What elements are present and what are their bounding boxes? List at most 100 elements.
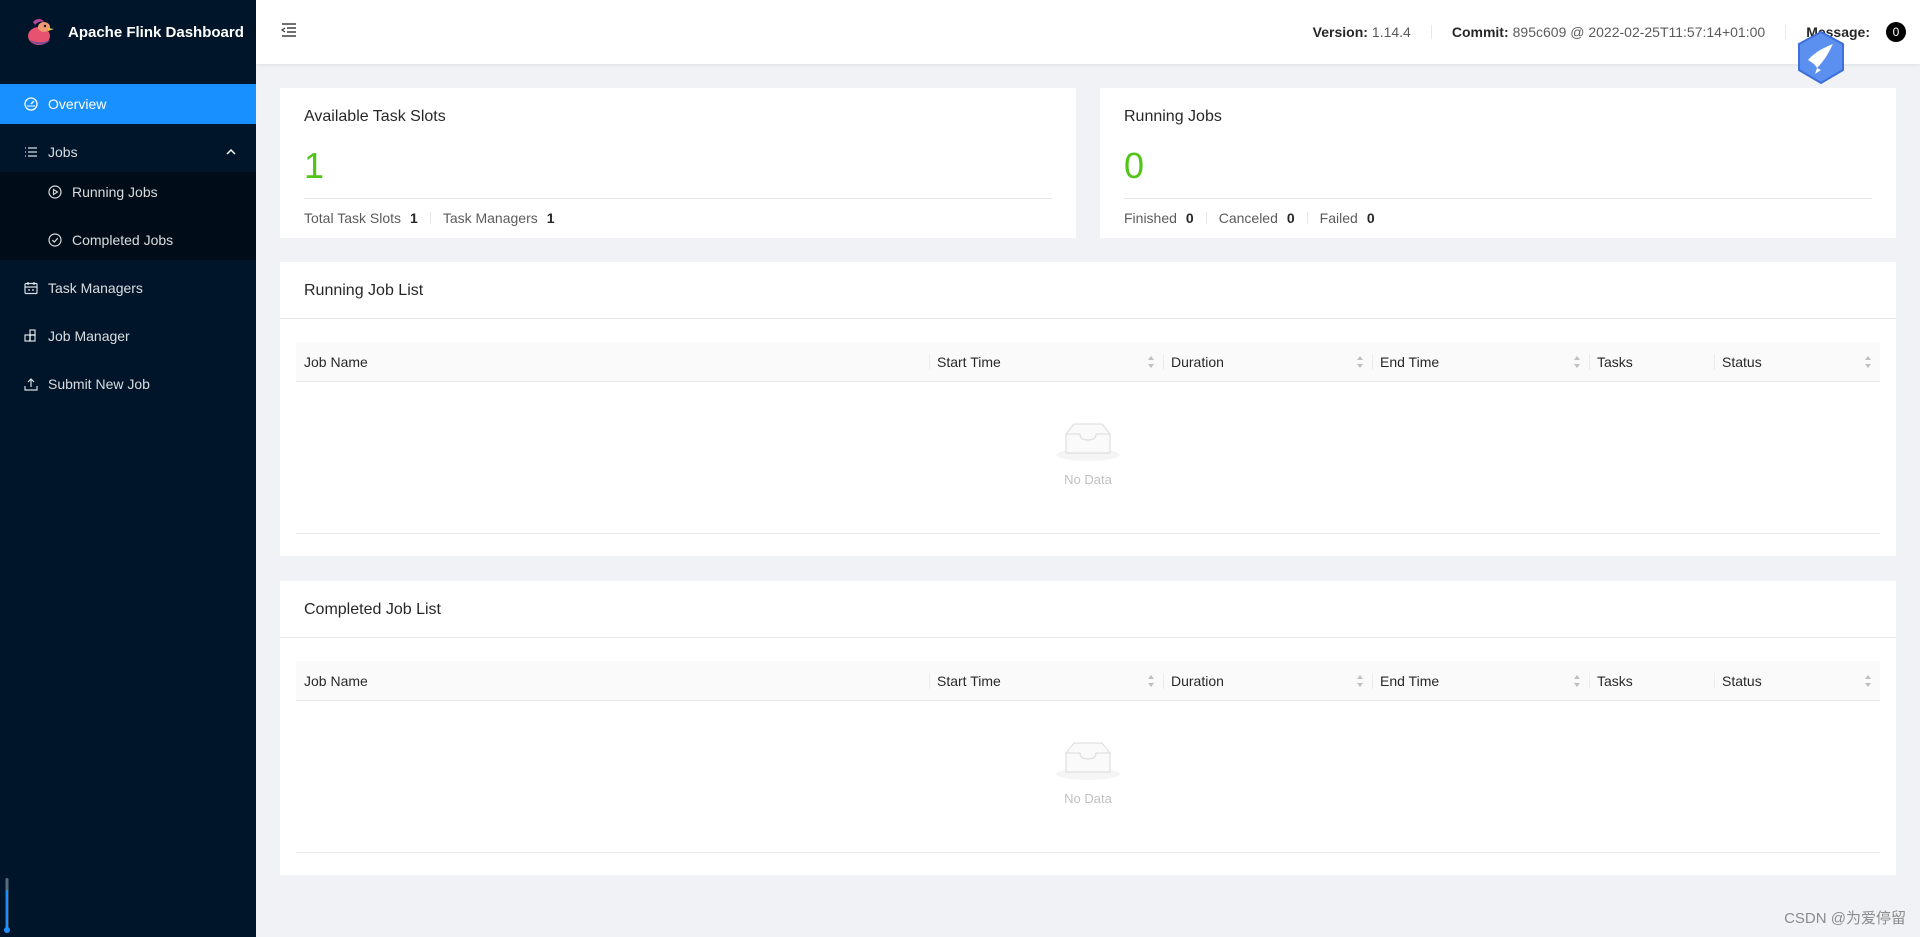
card-divider	[1124, 198, 1872, 199]
sidebar-item-jobs[interactable]: Jobs	[0, 132, 256, 172]
column-label: End Time	[1380, 673, 1440, 689]
finished-label: Finished	[1124, 210, 1177, 226]
play-circle-icon	[48, 185, 62, 199]
sidebar-item-job-manager[interactable]: Job Manager	[0, 316, 256, 356]
empty-state: No Data	[296, 382, 1880, 534]
thermometer-icon	[4, 878, 10, 934]
column-label: Start Time	[937, 354, 1001, 370]
sort-icon[interactable]	[1147, 674, 1155, 688]
column-label: Duration	[1171, 354, 1224, 370]
task-managers-label: Task Managers	[442, 210, 538, 226]
col-tasks: Tasks	[1589, 342, 1714, 382]
bird-widget-icon[interactable]	[1795, 30, 1847, 86]
build-icon	[24, 329, 38, 343]
sidebar-item-label: Running Jobs	[72, 184, 158, 200]
canceled-label: Canceled	[1218, 210, 1278, 226]
sidebar-item-submit-new-job[interactable]: Submit New Job	[0, 364, 256, 404]
sidebar-item-overview[interactable]: Overview	[0, 84, 256, 124]
sort-icon[interactable]	[1356, 674, 1364, 688]
task-slots-value: 1	[304, 145, 325, 186]
running-jobs-table-header: Job Name Start Time Duration End Time Ta…	[296, 342, 1880, 382]
sidebar-menu: Overview Jobs Running Jobs Completed Job…	[0, 84, 256, 404]
task-slots-title: Available Task Slots	[304, 108, 446, 125]
col-start-time[interactable]: Start Time	[929, 661, 1163, 701]
card-divider	[280, 637, 1896, 638]
menu-fold-icon[interactable]	[280, 21, 298, 39]
watermark: CSDN @为爱停留	[1784, 910, 1906, 927]
col-job-name: Job Name	[296, 342, 929, 382]
canceled-value: 0	[1286, 210, 1295, 226]
sort-icon[interactable]	[1864, 674, 1872, 688]
sort-icon[interactable]	[1864, 355, 1872, 369]
flink-logo-icon	[24, 16, 56, 48]
sort-icon[interactable]	[1573, 674, 1581, 688]
commit-info: Commit: 895c609 @ 2022-02-25T11:57:14+01…	[1452, 24, 1765, 40]
sort-icon[interactable]	[1147, 355, 1155, 369]
col-end-time[interactable]: End Time	[1372, 342, 1589, 382]
sort-icon[interactable]	[1356, 355, 1364, 369]
running-jobs-card: Running Jobs 0 Finished 0 Canceled 0 Faile…	[1100, 88, 1896, 238]
col-duration[interactable]: Duration	[1163, 661, 1372, 701]
header-divider	[1785, 25, 1787, 39]
running-jobs-title: Running Jobs	[1124, 108, 1222, 125]
col-status[interactable]: Status	[1714, 661, 1880, 701]
col-end-time[interactable]: End Time	[1372, 661, 1589, 701]
header-divider	[1430, 25, 1432, 39]
failed-value: 0	[1366, 210, 1375, 226]
logo[interactable]: Apache Flink Dashboard	[0, 0, 256, 64]
sidebar-item-running-jobs[interactable]: Running Jobs	[0, 172, 256, 212]
running-jobs-value: 0	[1124, 145, 1145, 186]
sidebar-item-label: Task Managers	[48, 280, 143, 296]
column-label: Start Time	[937, 673, 1001, 689]
schedule-icon	[24, 281, 38, 295]
completed-jobs-table-header: Job Name Start Time Duration End Time Ta…	[296, 661, 1880, 701]
running-job-list-title: Running Job List	[304, 282, 424, 299]
dashboard-icon	[24, 97, 38, 111]
column-label: Status	[1722, 673, 1762, 689]
total-task-slots-value: 1	[410, 210, 418, 226]
app-title: Apache Flink Dashboard	[68, 23, 244, 41]
commit-value: 895c609 @ 2022-02-25T11:57:14+01:00	[1512, 24, 1766, 40]
list-icon	[24, 145, 38, 159]
sidebar-item-label: Job Manager	[48, 328, 130, 344]
version-info: Version: 1.14.4	[1313, 24, 1411, 40]
sidebar-item-label: Completed Jobs	[72, 232, 174, 248]
finished-value: 0	[1185, 210, 1194, 226]
column-label: Job Name	[304, 354, 368, 370]
col-status[interactable]: Status	[1714, 342, 1880, 382]
task-managers-value: 1	[546, 210, 555, 226]
col-start-time[interactable]: Start Time	[929, 342, 1163, 382]
completed-job-list-card: Completed Job List Job Name Start Time D…	[280, 581, 1896, 875]
upload-icon	[24, 377, 38, 391]
col-tasks: Tasks	[1589, 661, 1714, 701]
card-divider	[280, 318, 1896, 319]
sidebar-item-label: Jobs	[48, 144, 78, 160]
footer-divider	[1205, 212, 1207, 224]
empty-inbox-icon	[1056, 739, 1120, 780]
column-label: Duration	[1171, 673, 1224, 689]
task-slots-card: Available Task Slots 1 Total Task Slots 1…	[280, 88, 1076, 238]
col-duration[interactable]: Duration	[1163, 342, 1372, 382]
chevron-up-icon	[226, 132, 236, 172]
completed-job-list-title: Completed Job List	[304, 601, 441, 618]
empty-inbox-icon	[1056, 420, 1120, 461]
header: Version: 1.14.4 Commit: 895c609 @ 2022-0…	[256, 0, 1920, 64]
footer-divider	[1306, 212, 1308, 224]
sort-icon[interactable]	[1573, 355, 1581, 369]
commit-label: Commit:	[1451, 24, 1509, 40]
sidebar: Apache Flink Dashboard Overview Jobs Run…	[0, 0, 256, 937]
sidebar-item-label: Submit New Job	[48, 376, 150, 392]
sidebar-item-task-managers[interactable]: Task Managers	[0, 268, 256, 308]
footer-divider	[429, 212, 431, 224]
column-label: Job Name	[304, 673, 368, 689]
sidebar-item-completed-jobs[interactable]: Completed Jobs	[0, 220, 256, 260]
message-count-badge[interactable]: 0	[1886, 22, 1906, 42]
empty-text: No Data	[1064, 791, 1112, 806]
jobs-submenu: Running Jobs Completed Jobs	[0, 172, 256, 260]
column-label: Tasks	[1597, 354, 1633, 370]
column-label: Tasks	[1597, 673, 1633, 689]
version-label: Version:	[1312, 24, 1368, 40]
version-value: 1.14.4	[1371, 24, 1411, 40]
failed-label: Failed	[1319, 210, 1358, 226]
task-slots-footer: Total Task Slots 1 Task Managers 1	[304, 210, 555, 226]
